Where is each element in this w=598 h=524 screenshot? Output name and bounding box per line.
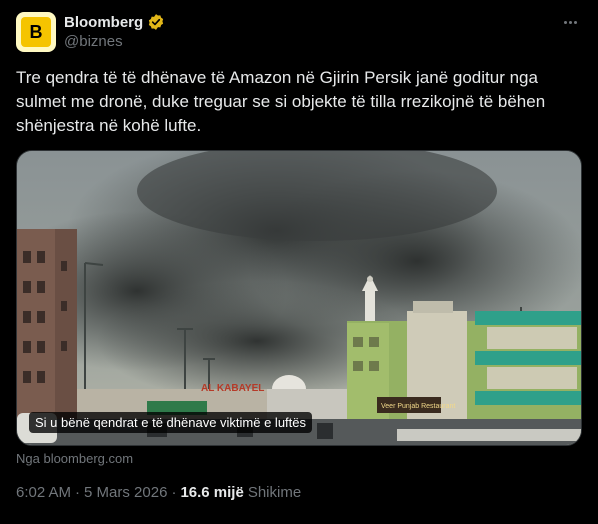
post-time[interactable]: 6:02 AM [16, 484, 71, 501]
avatar[interactable]: B [16, 12, 56, 52]
verified-badge-icon [149, 14, 164, 30]
link-source[interactable]: Nga bloomberg.com [16, 451, 133, 466]
author-name-row[interactable]: Bloomberg [64, 12, 165, 32]
image-caption: Si u bënë qendrat e të dhënave viktimë e… [29, 412, 313, 433]
meta-separator: · [171, 484, 177, 501]
views-count: 16.6 mijë [180, 484, 244, 501]
sign-al-kabayel: AL KABAYEL [201, 383, 264, 394]
sign-restaurant: Veer Punjab Restaurant [381, 403, 455, 410]
display-name[interactable]: Bloomberg [64, 14, 143, 31]
post-meta: 6:02 AM · 5 Mars 2026 · 16.6 mijë Shikim… [16, 484, 301, 501]
post-date[interactable]: 5 Mars 2026 [84, 484, 167, 501]
post-text: Tre qendra të të dhënave të Amazon në Gj… [16, 68, 546, 135]
bloomberg-logo: B [21, 17, 51, 47]
views-label: Shikime [247, 484, 302, 501]
post-image[interactable]: AL KABAYEL Veer Punjab Restaurant Si u b… [16, 150, 582, 446]
more-options-icon[interactable] [558, 12, 582, 32]
street-scene-illustration: AL KABAYEL Veer Punjab Restaurant [17, 151, 581, 445]
meta-separator: · [75, 484, 81, 501]
tweet: B Bloomberg @biznes Tre qendra të të dhë… [0, 0, 598, 524]
handle[interactable]: @biznes [64, 33, 123, 50]
